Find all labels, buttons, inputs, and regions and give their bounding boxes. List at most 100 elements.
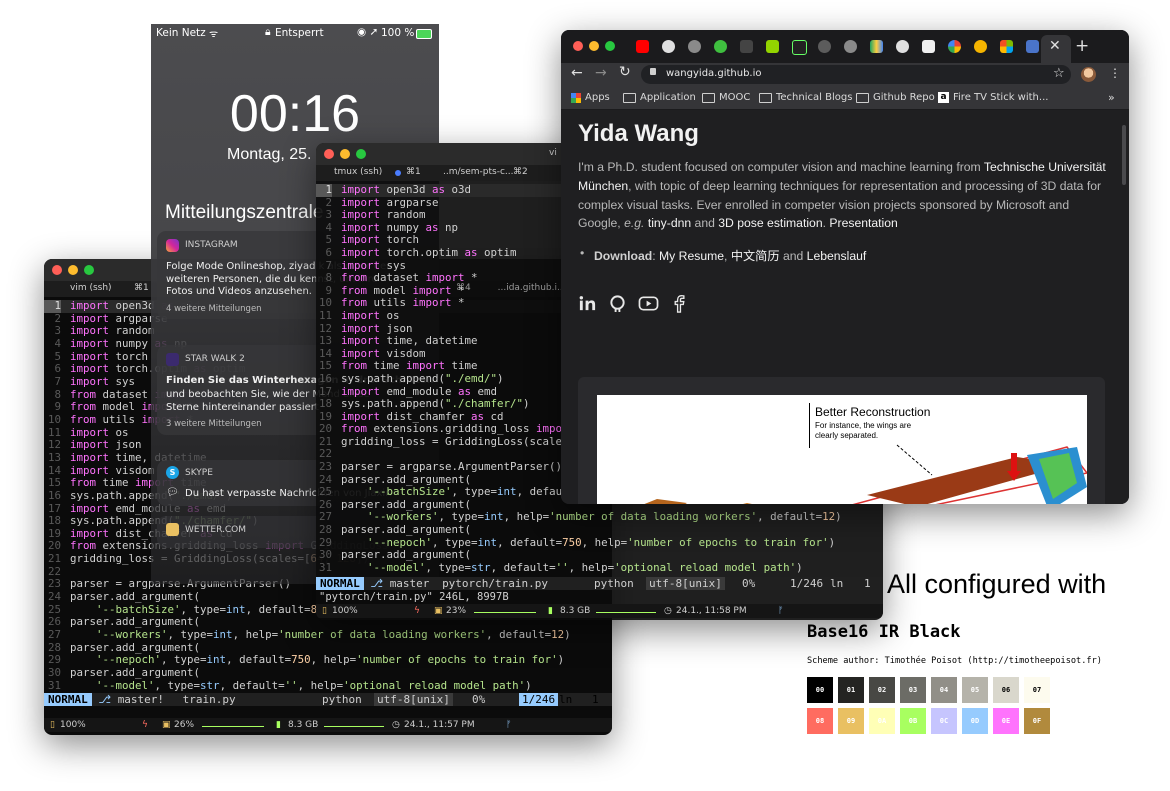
zoom-button[interactable] [84,265,94,275]
notification-app: STAR WALK 2 [185,354,245,364]
reload-icon[interactable]: ↻ [619,64,631,80]
tab-app-icon[interactable] [792,40,807,55]
linkedin-icon[interactable] [578,294,597,313]
notification-starwalk[interactable]: STAR WALK 2 Finden Sie das Winterhexagon… [157,345,434,435]
code-text: from time import time [341,359,478,373]
bookmark-github-repo[interactable]: Github Repo [856,92,935,103]
close-tab-icon[interactable]: ✕ [1049,38,1061,54]
tab-smile-icon[interactable] [766,40,779,53]
tab-youtube-icon[interactable] [636,40,649,53]
star-icon[interactable]: ☆ [1053,66,1065,81]
lock-icon: 🔒︎ [265,26,271,38]
line-number: 18 [47,514,61,528]
line-number: 6 [325,245,332,259]
scrollbar[interactable] [1122,125,1126,185]
bookmark-mooc[interactable]: MOOC [702,92,750,103]
download-sep: and [779,249,807,263]
tab-drive-icon[interactable] [870,40,883,53]
line-label: ln [830,577,844,590]
file-name: train.py [182,693,236,706]
close-button[interactable] [324,149,334,159]
tab-sem-pts[interactable]: ..m/sem-pts-c... [443,167,513,177]
menu-icon[interactable]: ⋮ [1109,66,1121,80]
tab-microsoft-icon[interactable] [1000,40,1013,53]
code-text: sys.path.append("./chamfer/") [341,397,530,411]
facebook-icon[interactable] [670,294,689,313]
code-text: import torch [70,349,149,363]
file-name: pytorch/train.py [442,577,549,590]
notification-more[interactable]: 4 weitere Mitteilungen [166,304,262,314]
close-button[interactable] [52,265,62,275]
close-button[interactable] [573,41,583,51]
color-swatch: 09 [838,708,864,734]
column-position: 1 [592,693,599,706]
bookmark-application[interactable]: Application [623,92,696,103]
color-swatch: 04 [931,677,957,703]
notification-instagram[interactable]: INSTAGRAM Folge Mode Onlineshop, ziyad k… [157,231,390,319]
code-text: parser.add_argument( [70,615,201,629]
github-icon[interactable] [608,294,627,313]
notification-more[interactable]: 3 weitere Mitteilungen [166,419,262,429]
line-number: 13 [318,334,332,348]
code-text: '--workers', type=int, help='number of d… [96,628,571,642]
resume-link[interactable]: My Resume [659,249,724,263]
profile-avatar[interactable] [1081,67,1096,82]
bookmark-apps[interactable]: Apps [571,92,610,103]
instagram-icon [166,239,179,252]
lock-icon [650,68,656,75]
cpu-graph [202,726,264,727]
tab-wikipedia-icon[interactable] [922,40,935,53]
color-swatch: 0C [931,708,957,734]
code-text: import visdom [341,346,426,360]
line-number: 16 [47,488,61,502]
download-line: • Download: My Resume, 中文简历 and Lebensla… [580,246,867,264]
forward-icon[interactable]: → [595,65,607,81]
bookmarks-overflow[interactable]: » [1108,91,1115,104]
bookmark-technical-blogs[interactable]: Technical Blogs [759,92,852,103]
code-line[interactable]: 31 '--model', type=str, default='', help… [44,679,571,693]
minimize-button[interactable] [68,265,78,275]
tab-sun-icon[interactable] [974,40,987,53]
notification-skype[interactable]: S SKYPE 💬︎ Du hast verpasste Nachrichten… [157,460,392,506]
memory-usage: 8.3 GB [560,606,591,616]
tab-tmux-ssh[interactable]: tmux (ssh) [334,167,382,177]
presentation-link[interactable]: Presentation [829,216,897,230]
line-position: 1/246 [790,577,824,590]
tab-vim-ssh[interactable]: vim (ssh) [70,283,112,293]
intro-text: I'm a Ph.D. student focused on computer … [578,160,984,174]
back-icon[interactable]: ← [571,65,583,81]
new-tab-icon[interactable]: + [1075,36,1089,56]
bookmark-fire-tv[interactable]: a Fire TV Stick with... [938,92,1048,103]
tab-calendar-icon[interactable] [1026,40,1039,53]
tab-github-icon-2[interactable] [896,40,909,53]
tab-p-icon[interactable] [844,40,857,53]
tab-github-icon[interactable] [662,40,675,53]
file-type: python [322,693,362,706]
intro-text: and [691,216,719,231]
tab-w-icon[interactable] [740,40,753,53]
zoom-button[interactable] [356,149,366,159]
tab-producthunt-icon[interactable] [688,40,701,53]
lebenslauf-link[interactable]: Lebenslauf [807,249,867,263]
bookmark-label: Apps [585,92,610,103]
minimize-button[interactable] [340,149,350,159]
tab-green-icon[interactable] [714,40,727,53]
tab-globe-icon[interactable] [818,40,831,53]
line-number: 21 [47,552,61,566]
scheme-author: Scheme author: Timothée Poisot (http://t… [807,656,1102,666]
chinese-resume-link[interactable]: 中文简历 [731,249,780,263]
url-text[interactable]: wangyida.github.io [666,68,762,79]
line-label: ln [559,693,573,706]
tab-google-icon[interactable] [948,40,961,53]
tiny-dnn-link[interactable]: tiny-dnn [648,216,691,230]
address-bar[interactable]: wangyida.github.io ☆ [641,65,1071,84]
zoom-button[interactable] [605,41,615,51]
code-text: import emd_module as emd [341,384,498,398]
bookmarks-bar: Apps Application MOOC Technical Blogs Gi… [561,87,1129,110]
youtube-icon[interactable] [638,294,659,313]
notification-wetter[interactable]: WETTER.COM [157,516,327,548]
pose-estimation-link[interactable]: 3D pose estimation [718,216,822,230]
code-text: import json [70,438,142,452]
minimize-button[interactable] [589,41,599,51]
code-line[interactable]: 31 '--model', type=str, default='', help… [316,561,842,575]
